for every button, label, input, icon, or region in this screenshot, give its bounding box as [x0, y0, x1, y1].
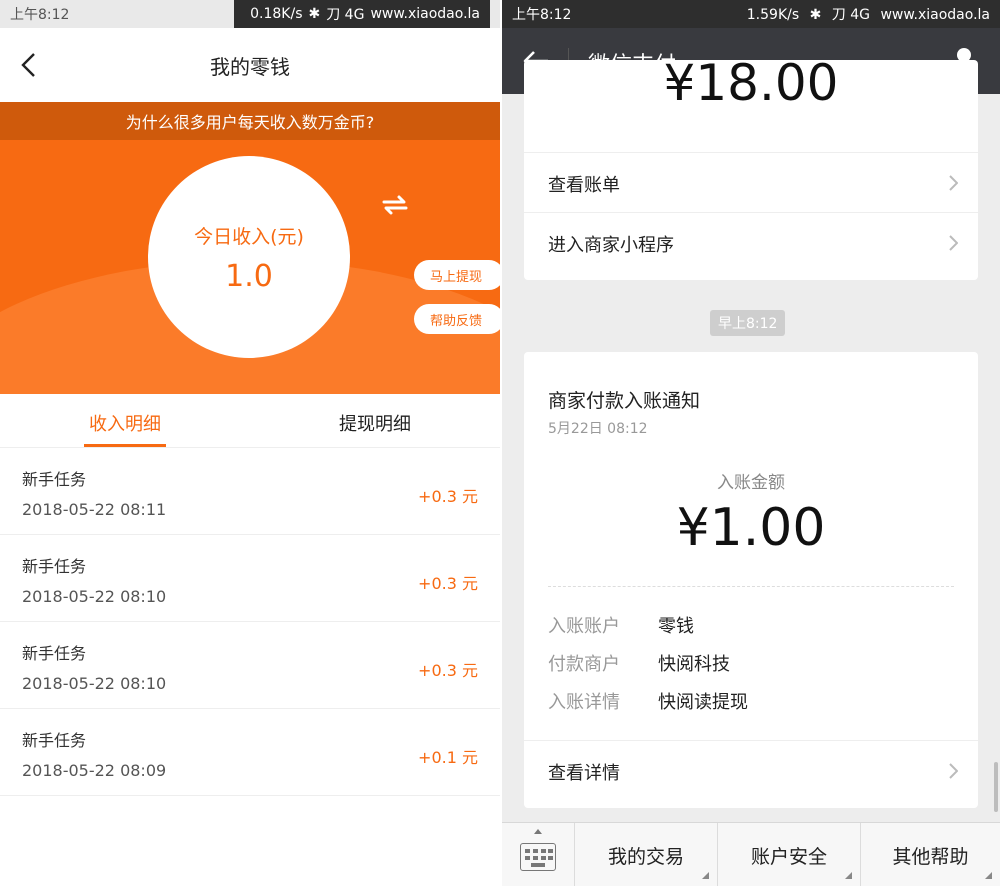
feedback-button[interactable]: 帮助反馈 — [414, 304, 500, 334]
chevron-right-icon — [949, 175, 958, 191]
record-time: 2018-05-22 08:10 — [22, 674, 167, 693]
menu-indicator-icon — [985, 872, 992, 879]
merchant-program-row[interactable]: 进入商家小程序 — [524, 212, 978, 272]
view-detail-label: 查看详情 — [548, 763, 620, 784]
record-amount: +0.3 元 — [418, 487, 478, 506]
menu-indicator-icon — [845, 872, 852, 879]
keyboard-icon[interactable] — [520, 843, 556, 871]
chevron-left-icon[interactable] — [18, 52, 40, 78]
view-bill-label: 查看账单 — [548, 175, 620, 196]
chevron-right-icon — [949, 763, 958, 779]
swap-icon[interactable] — [380, 192, 410, 218]
list-item[interactable]: 新手任务 2018-05-22 08:09 +0.1 元 — [0, 709, 500, 796]
merchant-program-label: 进入商家小程序 — [548, 235, 674, 256]
caret-up-icon — [534, 829, 542, 834]
menu-other-help[interactable]: 其他帮助 — [861, 823, 1000, 886]
promo-banner[interactable]: 为什么很多用户每天收入数万金币? — [0, 102, 500, 140]
amount-label: 入账金额 — [717, 473, 785, 493]
menu-account-security[interactable]: 账户安全 — [718, 823, 860, 886]
record-amount: +0.3 元 — [418, 661, 478, 680]
bottom-menu-bar: 我的交易 账户安全 其他帮助 — [502, 822, 1000, 886]
page-title: 我的零钱 — [210, 54, 290, 79]
watermark-text: www.xiaodao.la — [370, 6, 480, 22]
income-label: 今日收入(元) — [194, 226, 304, 248]
previous-payment-card: ¥18.00 查看账单 进入商家小程序 — [524, 60, 978, 280]
record-list: 新手任务 2018-05-22 08:11 +0.3 元 新手任务 2018-0… — [0, 448, 500, 796]
record-name: 新手任务 — [22, 470, 87, 489]
record-name: 新手任务 — [22, 557, 87, 576]
right-panel: 上午8:12 1.59K/s ✱ 刀 4G www.xiaodao.la 微信支… — [502, 0, 1000, 886]
withdraw-button[interactable]: 马上提现 — [414, 260, 500, 290]
record-amount: +0.1 元 — [418, 748, 478, 767]
left-panel: 上午8:12 0.18K/s ✱ 刀 4G www.xiaodao.la 我的零… — [0, 0, 500, 886]
status-time: 上午8:12 — [10, 7, 70, 23]
menu-my-transactions[interactable]: 我的交易 — [575, 823, 717, 886]
record-time: 2018-05-22 08:09 — [22, 761, 167, 780]
income-header: 今日收入(元) 1.0 马上提现 帮助反馈 — [0, 140, 500, 394]
menu-indicator-icon — [702, 872, 709, 879]
divider — [548, 586, 954, 587]
scrollbar[interactable] — [994, 762, 998, 812]
detail-row-account: 入账账户 零钱 — [548, 616, 694, 637]
payment-notice-card[interactable]: 商家付款入账通知 5月22日 08:12 入账金额 ¥1.00 入账账户 零钱 付… — [524, 352, 978, 808]
bluetooth-icon: ✱ — [308, 6, 321, 22]
record-name: 新手任务 — [22, 731, 87, 750]
view-detail-row[interactable]: 查看详情 — [524, 740, 978, 800]
tab-income-details[interactable]: 收入明细 — [0, 394, 250, 447]
record-time: 2018-05-22 08:10 — [22, 587, 167, 606]
detail-row-merchant: 付款商户 快阅科技 — [548, 654, 730, 675]
chevron-right-icon — [949, 235, 958, 251]
previous-amount: ¥18.00 — [663, 60, 839, 112]
amount-value: ¥1.00 — [676, 498, 826, 558]
net-speed: 0.18K/s — [250, 6, 303, 22]
notice-date: 5月22日 08:12 — [548, 421, 648, 437]
detail-row-info: 入账详情 快阅读提现 — [548, 692, 748, 713]
nav-bar: 我的零钱 — [0, 28, 500, 102]
tab-bar: 收入明细 提现明细 — [0, 394, 500, 448]
message-area: ¥18.00 查看账单 进入商家小程序 早上8:12 商家付款入账通知 5月22… — [502, 0, 1000, 886]
record-name: 新手任务 — [22, 644, 87, 663]
record-time: 2018-05-22 08:11 — [22, 500, 167, 519]
list-item[interactable]: 新手任务 2018-05-22 08:10 +0.3 元 — [0, 622, 500, 709]
list-item[interactable]: 新手任务 2018-05-22 08:10 +0.3 元 — [0, 535, 500, 622]
list-item[interactable]: 新手任务 2018-05-22 08:11 +0.3 元 — [0, 448, 500, 535]
tab-withdraw-details[interactable]: 提现明细 — [250, 394, 500, 447]
status-bar: 上午8:12 0.18K/s ✱ 刀 4G www.xiaodao.la — [0, 0, 500, 28]
income-value: 1.0 — [225, 259, 273, 294]
view-bill-row[interactable]: 查看账单 — [524, 152, 978, 212]
notice-title: 商家付款入账通知 — [548, 390, 701, 412]
carrier: 刀 4G — [326, 7, 365, 23]
record-amount: +0.3 元 — [418, 574, 478, 593]
message-timestamp: 早上8:12 — [710, 310, 786, 336]
income-circle: 今日收入(元) 1.0 — [148, 156, 350, 358]
